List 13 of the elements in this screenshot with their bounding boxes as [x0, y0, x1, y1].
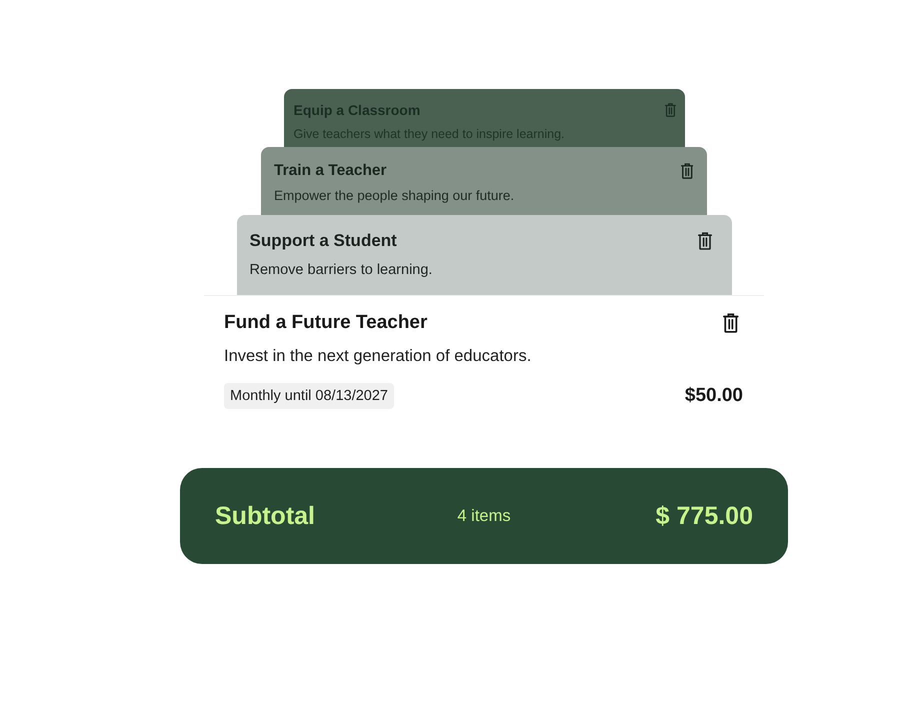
trash-icon[interactable] — [723, 313, 739, 333]
schedule-tag: Monthly until 08/13/2027 — [224, 383, 394, 409]
trash-icon[interactable] — [698, 232, 712, 250]
card-description: Empower the people shaping our future. — [274, 187, 516, 205]
card-description: Invest in the next generation of educators. — [224, 346, 532, 367]
donation-amount: $50.00 — [684, 384, 743, 408]
card-description: Remove barriers to learning. — [250, 261, 434, 280]
subtotal-amount: $ 775.00 — [656, 502, 753, 530]
subtotal-label: Subtotal — [215, 502, 315, 530]
card-title: Fund a Future Teacher — [224, 311, 428, 335]
item-count: 4 items — [457, 506, 511, 526]
card-title: Train a Teacher — [274, 161, 387, 181]
card-title: Support a Student — [250, 230, 397, 252]
